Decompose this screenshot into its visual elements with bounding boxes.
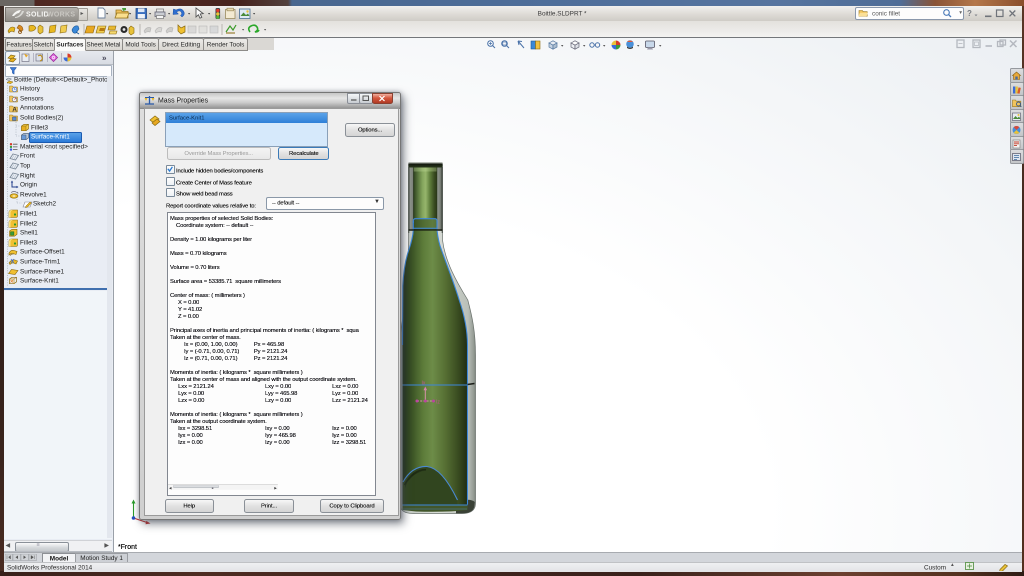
svg-text:?: ?	[967, 9, 972, 18]
svg-text:WORKS: WORKS	[47, 12, 75, 19]
svg-text:Iz: Iz	[436, 400, 440, 406]
svg-text:SOLID: SOLID	[26, 12, 49, 19]
svg-text:A: A	[12, 106, 17, 113]
svg-text:Ix: Ix	[422, 381, 426, 387]
svg-text:»: »	[102, 53, 107, 62]
